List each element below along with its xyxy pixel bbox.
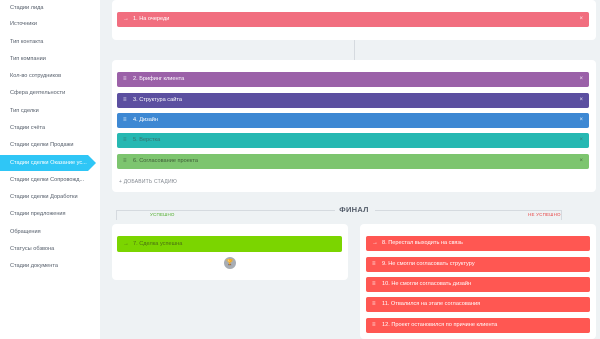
stage-label: 6. Согласование проекта	[133, 158, 199, 164]
stage-label: 1. На очереди	[133, 16, 170, 22]
drag-handle-icon[interactable]: ≡	[123, 133, 133, 148]
stage-label: 10. Не смогли согласовать дизайн	[382, 281, 472, 287]
stage-label: 11. Отвалился на этапе согласования	[382, 301, 481, 307]
trophy-icon: 🏆	[224, 257, 236, 269]
success-stages-panel	[112, 224, 348, 280]
sidebar-item-document-stages[interactable]: Стадии документа	[0, 258, 100, 274]
stage-fail[interactable]: ≡ 9. Не смогли согласовать структуру	[366, 257, 590, 272]
stage-first[interactable]: → 1. На очереди ×	[117, 12, 589, 27]
add-stage-button[interactable]: + ДОБАВИТЬ СТАДИЮ	[119, 179, 177, 185]
stage-label: 7. Сделка успешна	[133, 241, 183, 247]
close-icon[interactable]: ×	[579, 93, 583, 108]
sidebar-item-lead-stages[interactable]: Стадии лида	[0, 0, 100, 16]
stage-label: 5. Верстка	[133, 137, 161, 143]
stage-label: 8. Перестал выходить на связь	[382, 240, 463, 246]
stage-fail[interactable]: ≡ 10. Не смогли согласовать дизайн	[366, 277, 590, 292]
active-item-pointer	[88, 155, 96, 171]
stage-label: 3. Структура сайта	[133, 97, 182, 103]
drag-handle-icon[interactable]: ≡	[123, 113, 133, 128]
arrow-right-icon: →	[123, 16, 129, 22]
stage-label: 9. Не смогли согласовать структуру	[382, 261, 475, 267]
close-icon[interactable]: ×	[579, 72, 583, 87]
stage-fail[interactable]: ≡ 12. Проект остановился по причине клиен…	[366, 318, 590, 333]
final-tick-left	[116, 210, 117, 220]
sidebar-item-requests[interactable]: Обращения	[0, 224, 100, 240]
sidebar-item-employee-count[interactable]: Кол-во сотрудников	[0, 68, 100, 84]
success-caption: УСПЕШНО	[150, 212, 175, 217]
stage-fail[interactable]: ≡ 11. Отвалился на этапе согласования	[366, 297, 590, 312]
final-divider-left	[116, 210, 335, 211]
sidebar-item-company-type[interactable]: Тип компании	[0, 51, 100, 67]
arrow-right-icon: →	[372, 240, 378, 246]
sidebar-item-invoice-stages[interactable]: Стадии счёта	[0, 120, 100, 136]
fail-caption: НЕ УСПЕШНО	[528, 212, 561, 217]
drag-handle-icon[interactable]: ≡	[123, 93, 133, 108]
sidebar-item-deal-stages-support[interactable]: Стадии сделки Сопровожд...	[0, 172, 100, 188]
drag-handle-icon[interactable]: ≡	[372, 257, 382, 272]
stage-process[interactable]: ≡ 4. Дизайн ×	[117, 113, 589, 128]
stage-fail[interactable]: → 8. Перестал выходить на связь	[366, 236, 590, 251]
close-icon[interactable]: ×	[579, 12, 583, 27]
final-divider-right	[375, 210, 562, 211]
sidebar-item-deal-type[interactable]: Тип сделки	[0, 103, 100, 119]
sidebar-item-call-statuses[interactable]: Статусы обзвона	[0, 241, 100, 257]
flow-connector	[354, 40, 355, 60]
drag-handle-icon[interactable]: ≡	[123, 72, 133, 87]
drag-handle-icon[interactable]: ≡	[123, 154, 133, 169]
close-icon[interactable]: ×	[579, 154, 583, 169]
sidebar-item-contact-type[interactable]: Тип контакта	[0, 34, 100, 50]
stage-label: 4. Дизайн	[133, 117, 159, 123]
sidebar-item-sources[interactable]: Источники	[0, 16, 100, 32]
sidebar-item-industry[interactable]: Сфера деятельности	[0, 85, 100, 101]
drag-handle-icon[interactable]: ≡	[372, 277, 382, 292]
drag-handle-icon[interactable]: ≡	[372, 318, 382, 333]
close-icon[interactable]: ×	[579, 133, 583, 148]
stage-label: 12. Проект остановился по причине клиент…	[382, 322, 498, 328]
final-tick-right	[561, 210, 562, 220]
stage-process[interactable]: ≡ 3. Структура сайта ×	[117, 93, 589, 108]
stage-process[interactable]: ≡ 5. Верстка ×	[117, 133, 589, 148]
sidebar-item-deal-stages-revisions[interactable]: Стадии сделки Доработки	[0, 189, 100, 205]
sidebar-item-deal-stages-services[interactable]: Стадии сделки Оказание ус...	[0, 155, 88, 171]
stage-success[interactable]: → 7. Сделка успешна	[117, 236, 342, 252]
stage-label: 2. Брифинг клиента	[133, 76, 185, 82]
close-icon[interactable]: ×	[579, 113, 583, 128]
stage-process[interactable]: ≡ 2. Брифинг клиента ×	[117, 72, 589, 87]
sidebar-item-deal-stages-sales[interactable]: Стадии сделки Продажи	[0, 137, 100, 153]
arrow-right-icon: →	[123, 241, 129, 247]
stage-process[interactable]: ≡ 6. Согласование проекта ×	[117, 154, 589, 169]
drag-handle-icon[interactable]: ≡	[372, 297, 382, 312]
settings-sidebar: Стадии лида Источники Тип контакта Тип к…	[0, 0, 100, 339]
